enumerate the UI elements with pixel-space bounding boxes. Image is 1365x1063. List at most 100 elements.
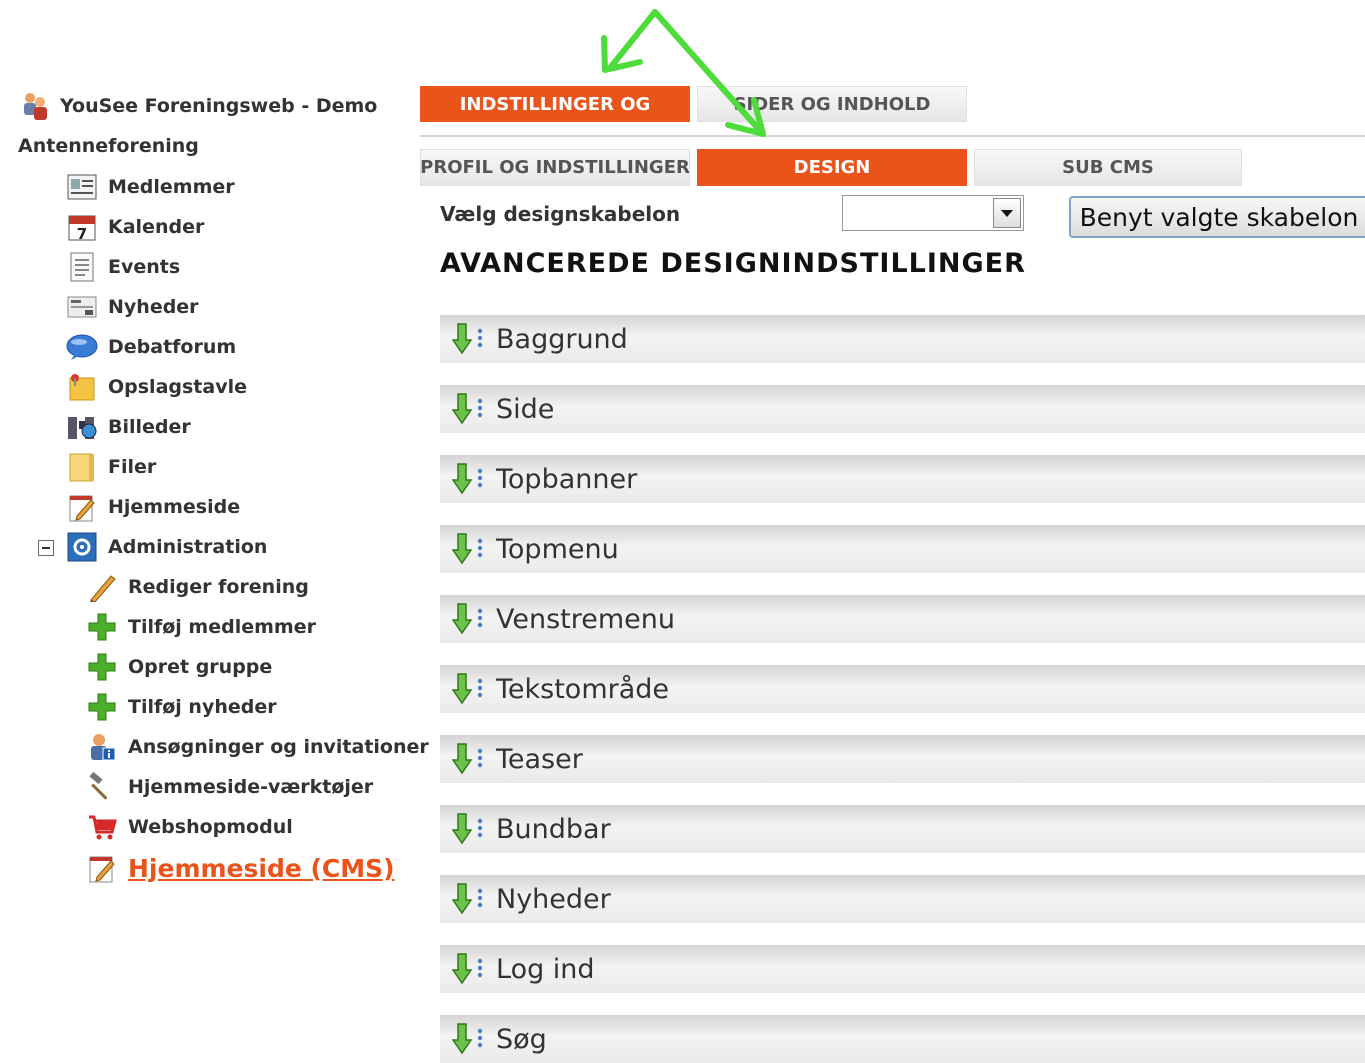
org-name: YouSee Foreningsweb - Demo [60,95,378,117]
tab-label: INDSTILLINGER OG [459,93,651,115]
page-edit-icon [86,852,118,884]
section-tekstomraade[interactable]: Tekstområde [440,665,1365,713]
plus-icon [86,611,118,643]
plus-icon [86,651,118,683]
sidebar-item-label: Tilføj nyheder [128,696,277,718]
sidebar-item-label: Hjemmeside [108,496,241,518]
section-topmenu[interactable]: Topmenu [440,525,1365,573]
sidebar-item-rediger-forening[interactable]: Rediger forening [86,569,309,605]
sidebar-item-label: Hjemmeside (CMS) [128,853,395,883]
cart-icon [86,811,118,843]
tab-sub-cms[interactable]: SUB CMS [974,149,1242,186]
sidebar-item-webshopmodul[interactable]: Webshopmodul [86,809,293,845]
folder-icon [66,451,98,483]
tab-label: SIDER OG INDHOLD [733,93,931,115]
sidebar-item-label: Tilføj medlemmer [128,616,316,638]
hammer-icon [86,771,118,803]
expand-arrow-icon [451,882,492,916]
expand-arrow-icon [451,392,492,426]
expand-arrow-icon [451,462,492,496]
section-label: Baggrund [496,323,628,355]
expand-arrow-icon [451,602,492,636]
pinboard-icon [66,371,98,403]
speech-bubble-icon [66,331,98,363]
sidebar-item-label: Events [108,256,181,278]
tab-label: PROFIL OG INDSTILLINGER [420,157,690,178]
section-label: Teaser [496,743,583,775]
section-venstremenu[interactable]: Venstremenu [440,595,1365,643]
newspaper-icon [66,291,98,323]
sidebar-item-administration[interactable]: Administration [66,529,267,565]
svg-text:7: 7 [77,225,87,242]
sidebar-item-opslagstavle[interactable]: Opslagstavle [66,369,247,405]
expand-arrow-icon [451,742,492,776]
sidebar-item-label: Administration [108,536,268,558]
expand-arrow-icon [451,672,492,706]
sidebar-item-tilfoej-medlemmer[interactable]: Tilføj medlemmer [86,609,316,645]
sidebar-item-label: Opslagstavle [108,376,247,398]
tab-design[interactable]: DESIGN [697,149,967,186]
tab-divider [420,135,1365,137]
sidebar-item-events[interactable]: Events [66,249,180,285]
sidebar-item-hjemmeside-vaerktoejer[interactable]: Hjemmeside-værktøjer [86,769,373,805]
user-info-icon [86,731,118,763]
sidebar-item-hjemmeside[interactable]: Hjemmeside [66,489,240,525]
member-card-icon [66,171,98,203]
expand-arrow-icon [451,532,492,566]
tab-label: SUB CMS [1062,157,1154,178]
advanced-settings-heading: AVANCEREDE DESIGNINDSTILLINGER [440,248,1026,279]
expand-arrow-icon [451,812,492,846]
section-baggrund[interactable]: Baggrund [440,315,1365,363]
sidebar-item-filer[interactable]: Filer [66,449,156,485]
sidebar-item-hjemmeside-cms[interactable]: Hjemmeside (CMS) [86,850,395,886]
sidebar-item-label: Rediger forening [128,576,309,598]
sidebar-item-opret-gruppe[interactable]: Opret gruppe [86,649,272,685]
pencil-icon [86,571,118,603]
section-label: Topmenu [496,533,619,565]
sidebar-item-billeder[interactable]: Billeder [66,409,191,445]
org-name-line1: YouSee Foreningsweb - Demo [18,88,377,124]
page-edit-icon [66,491,98,523]
section-side[interactable]: Side [440,385,1365,433]
sidebar-item-label: Webshopmodul [128,816,293,838]
org-name-line2: Antenneforening [18,128,199,164]
users-icon [18,90,50,122]
chevron-down-icon[interactable] [993,198,1021,228]
sidebar-item-ansoegninger[interactable]: Ansøgninger og invitationer [86,729,429,765]
sidebar-item-kalender[interactable]: 7 Kalender [66,209,204,245]
sidebar-item-label: Kalender [108,216,205,238]
section-topbanner[interactable]: Topbanner [440,455,1365,503]
tab-sider-og-indhold[interactable]: SIDER OG INDHOLD [697,86,967,122]
sidebar-item-label: Nyheder [108,296,199,318]
admin-gear-icon [66,531,98,563]
section-bundbar[interactable]: Bundbar [440,805,1365,853]
sidebar-item-nyheder[interactable]: Nyheder [66,289,199,325]
collapse-toggle[interactable] [38,540,54,556]
template-label: Vælg designskabelon [440,202,681,226]
section-teaser[interactable]: Teaser [440,735,1365,783]
sidebar-item-medlemmer[interactable]: Medlemmer [66,169,235,205]
sidebar-item-tilfoej-nyheder[interactable]: Tilføj nyheder [86,689,277,725]
section-nyheder[interactable]: Nyheder [440,875,1365,923]
apply-template-button[interactable]: Benyt valgte skabelon [1069,196,1365,238]
plus-icon [86,691,118,723]
calendar-icon: 7 [66,211,98,243]
expand-arrow-icon [451,322,492,356]
sidebar-item-label: Hjemmeside-værktøjer [128,776,374,798]
section-label: Log ind [496,953,595,985]
section-log-ind[interactable]: Log ind [440,945,1365,993]
org-subname: Antenneforening [18,135,199,157]
sidebar-item-label: Medlemmer [108,176,235,198]
sidebar-item-debatforum[interactable]: Debatforum [66,329,236,365]
section-label: Tekstområde [496,673,670,705]
document-icon [66,251,98,283]
template-select[interactable] [842,195,1024,231]
tab-profil-og-indstillinger[interactable]: PROFIL OG INDSTILLINGER [420,149,690,186]
section-soeg[interactable]: Søg [440,1015,1365,1063]
tab-indstillinger[interactable]: INDSTILLINGER OG [420,86,690,122]
section-label: Bundbar [496,813,611,845]
section-label: Søg [496,1023,547,1055]
expand-arrow-icon [451,1022,492,1056]
sidebar-item-label: Billeder [108,416,191,438]
sidebar: YouSee Foreningsweb - Demo Antenneforeni… [0,0,429,1060]
